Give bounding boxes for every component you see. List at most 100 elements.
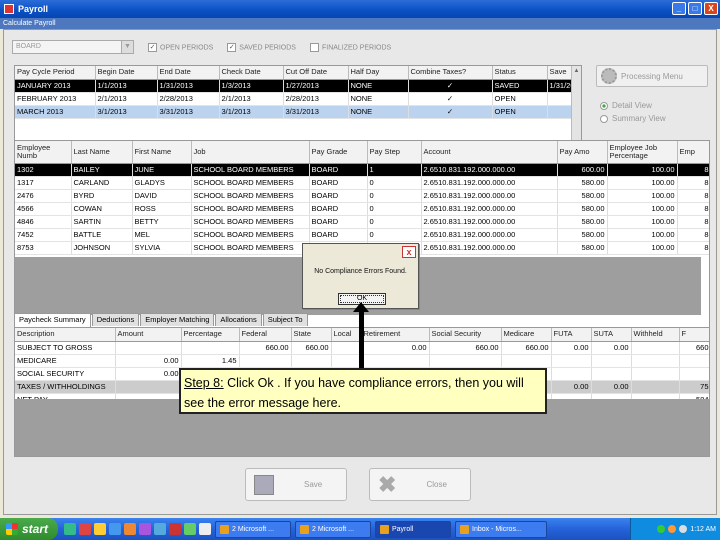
quick-launch-app-icon[interactable]: [199, 523, 211, 535]
employee-cell: 8: [677, 163, 709, 177]
employee-cell: 2.6510.831.192.000.000.00: [421, 228, 558, 242]
employees-column-header[interactable]: First Name: [132, 141, 192, 164]
summary-cell: [429, 354, 502, 368]
tab-paycheck-summary[interactable]: Paycheck Summary: [14, 313, 91, 327]
summary-column-header[interactable]: Withheld: [631, 328, 680, 342]
summary-column-header[interactable]: State: [291, 328, 332, 342]
employees-column-header[interactable]: Pay Step: [367, 141, 422, 164]
tab-deductions[interactable]: Deductions: [91, 313, 140, 326]
quick-launch-app-icon[interactable]: [184, 523, 196, 535]
periods-column-header[interactable]: Cut Off Date: [283, 66, 349, 80]
summary-column-header[interactable]: Amount: [115, 328, 182, 342]
summary-cell: [679, 354, 709, 368]
quick-launch-app-icon[interactable]: [124, 523, 136, 535]
periods-column-header[interactable]: Combine Taxes?: [408, 66, 493, 80]
quick-launch-app-icon[interactable]: [94, 523, 106, 535]
employee-cell: CARLAND: [71, 176, 133, 190]
taskbar-item[interactable]: Inbox - Micros...: [455, 520, 547, 538]
summary-column-header[interactable]: Social Security: [429, 328, 502, 342]
tray-status-icon[interactable]: [679, 525, 688, 533]
employees-column-header[interactable]: Pay Grade: [309, 141, 368, 164]
dialog-close-button[interactable]: x: [402, 246, 416, 258]
summary-column-header[interactable]: Percentage: [181, 328, 240, 342]
period-row[interactable]: MARCH 2013 3/1/2013 3/31/2013 3/1/2013 3/31/…: [15, 105, 574, 119]
tab-allocations[interactable]: Allocations: [215, 313, 262, 326]
saved-periods-checkbox[interactable]: ✓ SAVED PERIODS: [227, 42, 296, 52]
tray-status-icon[interactable]: [668, 525, 677, 533]
quick-launch-app-icon[interactable]: [139, 523, 151, 535]
close-window-button[interactable]: X: [704, 2, 718, 15]
periods-column-header[interactable]: Half Day: [348, 66, 409, 80]
periods-column-header[interactable]: Status: [492, 66, 548, 80]
combine-taxes-checkbox[interactable]: ✓: [408, 79, 493, 93]
quick-launch-app-icon[interactable]: [79, 523, 91, 535]
employee-cell: BAILEY: [71, 163, 133, 177]
employee-cell: 2.6510.831.192.000.000.00: [421, 189, 558, 203]
maximize-button[interactable]: □: [688, 2, 702, 15]
employees-column-header[interactable]: Pay Amo: [557, 141, 608, 164]
employee-row[interactable]: 1317 CARLAND GLADYS SCHOOL BOARD MEMBERS BOA…: [15, 176, 709, 190]
tab-employer-matching[interactable]: Employer Matching: [140, 313, 215, 326]
quick-launch-app-icon[interactable]: [64, 523, 76, 535]
summary-view-radio[interactable]: Summary View: [596, 114, 714, 123]
summary-column-header[interactable]: SUTA: [591, 328, 632, 342]
taskbar-item[interactable]: 2 Microsoft ...: [295, 520, 371, 538]
summary-column-header[interactable]: F: [679, 328, 709, 342]
quick-launch-app-icon[interactable]: [169, 523, 181, 535]
tab-subject-to[interactable]: Subject To: [262, 313, 308, 326]
employees-column-header[interactable]: Employee Job Percentage: [607, 141, 678, 164]
detail-view-radio[interactable]: Detail View: [596, 101, 714, 110]
save-button[interactable]: Save: [245, 468, 347, 501]
period-row[interactable]: FEBRUARY 2013 2/1/2013 2/28/2013 2/1/2013 2/…: [15, 92, 574, 106]
detail-tabs: Paycheck Summary Deductions Employer Match…: [14, 313, 308, 327]
employees-column-header[interactable]: Account: [421, 141, 558, 164]
period-row[interactable]: JANUARY 2013 1/1/2013 1/31/2013 1/3/2013 1/2…: [15, 79, 574, 93]
summary-column-header[interactable]: Federal: [239, 328, 292, 342]
combine-taxes-checkbox[interactable]: ✓: [408, 105, 493, 119]
summary-cell: 0.00: [361, 341, 430, 355]
employees-column-header[interactable]: Last Name: [71, 141, 133, 164]
summary-cell: 0.00: [551, 380, 592, 394]
employees-column-header[interactable]: Job: [191, 141, 310, 164]
periods-column-header[interactable]: Check Date: [219, 66, 284, 80]
summary-column-header[interactable]: Description: [15, 328, 116, 342]
employee-row[interactable]: 7452 BATTLE MEL SCHOOL BOARD MEMBERS BOARD 0 2…: [15, 228, 709, 242]
employees-column-header[interactable]: Emp: [677, 141, 709, 164]
combine-taxes-checkbox[interactable]: ✓: [408, 92, 493, 106]
periods-scrollbar[interactable]: ▲ ▼: [571, 66, 581, 150]
minimize-button[interactable]: _: [672, 2, 686, 15]
open-periods-checkbox[interactable]: ✓ OPEN PERIODS: [148, 42, 213, 52]
scroll-up-icon[interactable]: ▲: [572, 66, 581, 76]
summary-column-header[interactable]: Medicare: [501, 328, 552, 342]
summary-cell: SOCIAL SECURITY: [15, 367, 116, 381]
group-select[interactable]: BOARD ▼: [12, 40, 134, 54]
start-button[interactable]: start: [0, 518, 58, 540]
employee-row[interactable]: 4566 COWAN ROSS SCHOOL BOARD MEMBERS BOARD 0 2…: [15, 202, 709, 216]
employee-cell: COWAN: [71, 202, 133, 216]
periods-column-header[interactable]: End Date: [157, 66, 220, 80]
close-button[interactable]: ✖ Close: [369, 468, 471, 501]
processing-menu-button[interactable]: Processing Menu: [596, 65, 708, 87]
periods-column-header[interactable]: Pay Cycle Period: [15, 66, 96, 80]
summary-column-header[interactable]: FUTA: [551, 328, 592, 342]
summary-column-header[interactable]: Retirement: [361, 328, 430, 342]
taskbar-item[interactable]: Payroll: [375, 520, 451, 538]
employee-row[interactable]: 1302 BAILEY JUNE SCHOOL BOARD MEMBERS BOARD 1…: [15, 163, 709, 177]
window-title: Payroll: [18, 4, 49, 14]
summary-cell: 75: [679, 380, 709, 394]
summary-cell: 0.00: [115, 354, 182, 368]
quick-launch-app-icon[interactable]: [154, 523, 166, 535]
taskbar-item[interactable]: 2 Microsoft ...: [215, 520, 291, 538]
periods-column-header[interactable]: Begin Date: [95, 66, 158, 80]
chevron-down-icon[interactable]: ▼: [121, 41, 133, 53]
employee-row[interactable]: 4846 SARTIN BETTY SCHOOL BOARD MEMBERS BOARD…: [15, 215, 709, 229]
period-cell: NONE: [348, 105, 409, 119]
employees-column-header[interactable]: Employee Numb: [15, 141, 72, 164]
periods-column-header[interactable]: Save: [547, 66, 574, 80]
employee-row[interactable]: 2476 BYRD DAVID SCHOOL BOARD MEMBERS BOARD 0 2…: [15, 189, 709, 203]
quick-launch-app-icon[interactable]: [109, 523, 121, 535]
tray-status-icon[interactable]: [657, 525, 666, 533]
summary-column-header[interactable]: Local: [331, 328, 362, 342]
finalized-periods-checkbox[interactable]: FINALIZED PERIODS: [309, 42, 391, 52]
employee-cell: SCHOOL BOARD MEMBERS: [191, 215, 310, 229]
